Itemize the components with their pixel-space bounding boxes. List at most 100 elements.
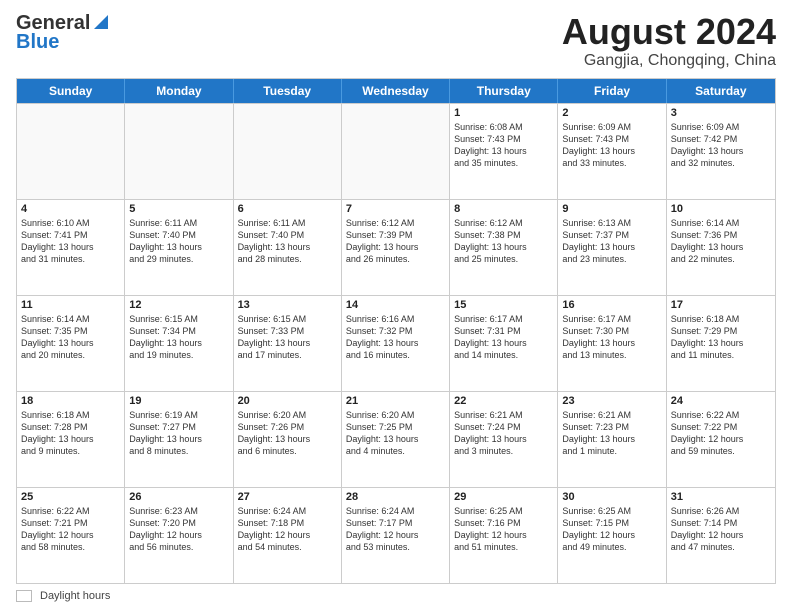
cal-header-tuesday: Tuesday (234, 79, 342, 103)
cal-cell (342, 104, 450, 199)
cal-cell: 5 Sunrise: 6:11 AM Sunset: 7:40 PM Daylig… (125, 200, 233, 295)
cell-info: Sunrise: 6:25 AM Sunset: 7:15 PM Dayligh… (562, 505, 661, 554)
page: General Blue August 2024 Gangjia, Chongq… (0, 0, 792, 612)
cell-info: Sunrise: 6:23 AM Sunset: 7:20 PM Dayligh… (129, 505, 228, 554)
cell-info: Sunrise: 6:17 AM Sunset: 7:30 PM Dayligh… (562, 313, 661, 362)
cal-cell: 17 Sunrise: 6:18 AM Sunset: 7:29 PM Dayli… (667, 296, 775, 391)
cal-cell: 29Sunrise: 6:25 AM Sunset: 7:16 PM Dayli… (450, 488, 558, 583)
cell-date: 3 (671, 107, 771, 119)
cell-info: Sunrise: 6:14 AM Sunset: 7:35 PM Dayligh… (21, 313, 120, 362)
logo-triangle-icon (92, 13, 110, 31)
logo-blue-text: Blue (16, 31, 59, 54)
cell-info: Sunrise: 6:11 AM Sunset: 7:40 PM Dayligh… (129, 217, 228, 266)
cal-header-friday: Friday (558, 79, 666, 103)
cal-cell (125, 104, 233, 199)
cal-week-5: 25Sunrise: 6:22 AM Sunset: 7:21 PM Dayli… (17, 487, 775, 583)
cell-date: 12 (129, 299, 228, 311)
cell-date: 7 (346, 203, 445, 215)
cell-info: Sunrise: 6:24 AM Sunset: 7:18 PM Dayligh… (238, 505, 337, 554)
cell-date: 2 (562, 107, 661, 119)
cal-cell: 30 Sunrise: 6:25 AM Sunset: 7:15 PM Dayli… (558, 488, 666, 583)
cell-info: Sunrise: 6:18 AM Sunset: 7:28 PM Dayligh… (21, 409, 120, 458)
cell-date: 30 (562, 491, 661, 503)
cell-date: 25 (21, 491, 120, 503)
cal-cell: 12 Sunrise: 6:15 AM Sunset: 7:34 PM Dayli… (125, 296, 233, 391)
cell-info: Sunrise: 6:08 AM Sunset: 7:43 PM Dayligh… (454, 121, 553, 170)
cal-cell: 4Sunrise: 6:10 AM Sunset: 7:41 PM Daylig… (17, 200, 125, 295)
daylight-legend-box (16, 590, 32, 602)
cell-date: 18 (21, 395, 120, 407)
cell-info: Sunrise: 6:12 AM Sunset: 7:38 PM Dayligh… (454, 217, 553, 266)
cal-cell: 20 Sunrise: 6:20 AM Sunset: 7:26 PM Dayli… (234, 392, 342, 487)
cell-date: 15 (454, 299, 553, 311)
cell-date: 10 (671, 203, 771, 215)
cell-date: 29 (454, 491, 553, 503)
cell-info: Sunrise: 6:22 AM Sunset: 7:22 PM Dayligh… (671, 409, 771, 458)
cal-cell (234, 104, 342, 199)
cell-info: Sunrise: 6:16 AM Sunset: 7:32 PM Dayligh… (346, 313, 445, 362)
cal-cell: 1Sunrise: 6:08 AM Sunset: 7:43 PM Daylig… (450, 104, 558, 199)
cell-info: Sunrise: 6:19 AM Sunset: 7:27 PM Dayligh… (129, 409, 228, 458)
cell-date: 22 (454, 395, 553, 407)
calendar-header-row: SundayMondayTuesdayWednesdayThursdayFrid… (17, 79, 775, 103)
cell-date: 27 (238, 491, 337, 503)
title-block: August 2024 Gangjia, Chongqing, China (562, 12, 776, 70)
cell-info: Sunrise: 6:11 AM Sunset: 7:40 PM Dayligh… (238, 217, 337, 266)
logo: General Blue (16, 12, 110, 54)
cal-cell: 16Sunrise: 6:17 AM Sunset: 7:30 PM Dayli… (558, 296, 666, 391)
cell-info: Sunrise: 6:18 AM Sunset: 7:29 PM Dayligh… (671, 313, 771, 362)
cal-cell: 3Sunrise: 6:09 AM Sunset: 7:42 PM Daylig… (667, 104, 775, 199)
cell-info: Sunrise: 6:20 AM Sunset: 7:25 PM Dayligh… (346, 409, 445, 458)
cal-cell: 23 Sunrise: 6:21 AM Sunset: 7:23 PM Dayli… (558, 392, 666, 487)
cal-header-sunday: Sunday (17, 79, 125, 103)
cell-info: Sunrise: 6:17 AM Sunset: 7:31 PM Dayligh… (454, 313, 553, 362)
cell-date: 23 (562, 395, 661, 407)
header: General Blue August 2024 Gangjia, Chongq… (16, 12, 776, 70)
cal-cell: 14Sunrise: 6:16 AM Sunset: 7:32 PM Dayli… (342, 296, 450, 391)
cal-week-4: 18 Sunrise: 6:18 AM Sunset: 7:28 PM Dayli… (17, 391, 775, 487)
cal-header-wednesday: Wednesday (342, 79, 450, 103)
cell-date: 5 (129, 203, 228, 215)
cal-cell: 2Sunrise: 6:09 AM Sunset: 7:43 PM Daylig… (558, 104, 666, 199)
cell-info: Sunrise: 6:26 AM Sunset: 7:14 PM Dayligh… (671, 505, 771, 554)
cal-cell: 10Sunrise: 6:14 AM Sunset: 7:36 PM Dayli… (667, 200, 775, 295)
cal-week-2: 4Sunrise: 6:10 AM Sunset: 7:41 PM Daylig… (17, 199, 775, 295)
cell-date: 21 (346, 395, 445, 407)
cal-cell: 18 Sunrise: 6:18 AM Sunset: 7:28 PM Dayli… (17, 392, 125, 487)
cell-date: 28 (346, 491, 445, 503)
calendar-location: Gangjia, Chongqing, China (562, 52, 776, 70)
cal-cell: 11 Sunrise: 6:14 AM Sunset: 7:35 PM Dayli… (17, 296, 125, 391)
cal-cell: 19 Sunrise: 6:19 AM Sunset: 7:27 PM Dayli… (125, 392, 233, 487)
cell-date: 4 (21, 203, 120, 215)
cell-date: 26 (129, 491, 228, 503)
cal-cell: 31 Sunrise: 6:26 AM Sunset: 7:14 PM Dayli… (667, 488, 775, 583)
cal-cell (17, 104, 125, 199)
cell-date: 19 (129, 395, 228, 407)
cell-info: Sunrise: 6:15 AM Sunset: 7:34 PM Dayligh… (129, 313, 228, 362)
cell-info: Sunrise: 6:24 AM Sunset: 7:17 PM Dayligh… (346, 505, 445, 554)
cell-date: 31 (671, 491, 771, 503)
cal-cell: 26 Sunrise: 6:23 AM Sunset: 7:20 PM Dayli… (125, 488, 233, 583)
cell-info: Sunrise: 6:20 AM Sunset: 7:26 PM Dayligh… (238, 409, 337, 458)
cal-cell: 27 Sunrise: 6:24 AM Sunset: 7:18 PM Dayli… (234, 488, 342, 583)
cell-date: 17 (671, 299, 771, 311)
calendar-body: 1Sunrise: 6:08 AM Sunset: 7:43 PM Daylig… (17, 103, 775, 583)
cal-week-3: 11 Sunrise: 6:14 AM Sunset: 7:35 PM Dayli… (17, 295, 775, 391)
cal-header-thursday: Thursday (450, 79, 558, 103)
cal-cell: 28 Sunrise: 6:24 AM Sunset: 7:17 PM Dayli… (342, 488, 450, 583)
cell-info: Sunrise: 6:21 AM Sunset: 7:23 PM Dayligh… (562, 409, 661, 458)
cell-info: Sunrise: 6:21 AM Sunset: 7:24 PM Dayligh… (454, 409, 553, 458)
cal-week-1: 1Sunrise: 6:08 AM Sunset: 7:43 PM Daylig… (17, 103, 775, 199)
cell-date: 11 (21, 299, 120, 311)
cell-info: Sunrise: 6:13 AM Sunset: 7:37 PM Dayligh… (562, 217, 661, 266)
cell-date: 8 (454, 203, 553, 215)
cal-cell: 9Sunrise: 6:13 AM Sunset: 7:37 PM Daylig… (558, 200, 666, 295)
footer: Daylight hours (16, 590, 776, 602)
cal-header-saturday: Saturday (667, 79, 775, 103)
calendar: SundayMondayTuesdayWednesdayThursdayFrid… (16, 78, 776, 584)
cal-cell: 21 Sunrise: 6:20 AM Sunset: 7:25 PM Dayli… (342, 392, 450, 487)
cell-date: 20 (238, 395, 337, 407)
cal-cell: 25Sunrise: 6:22 AM Sunset: 7:21 PM Dayli… (17, 488, 125, 583)
cal-cell: 6Sunrise: 6:11 AM Sunset: 7:40 PM Daylig… (234, 200, 342, 295)
cell-date: 13 (238, 299, 337, 311)
